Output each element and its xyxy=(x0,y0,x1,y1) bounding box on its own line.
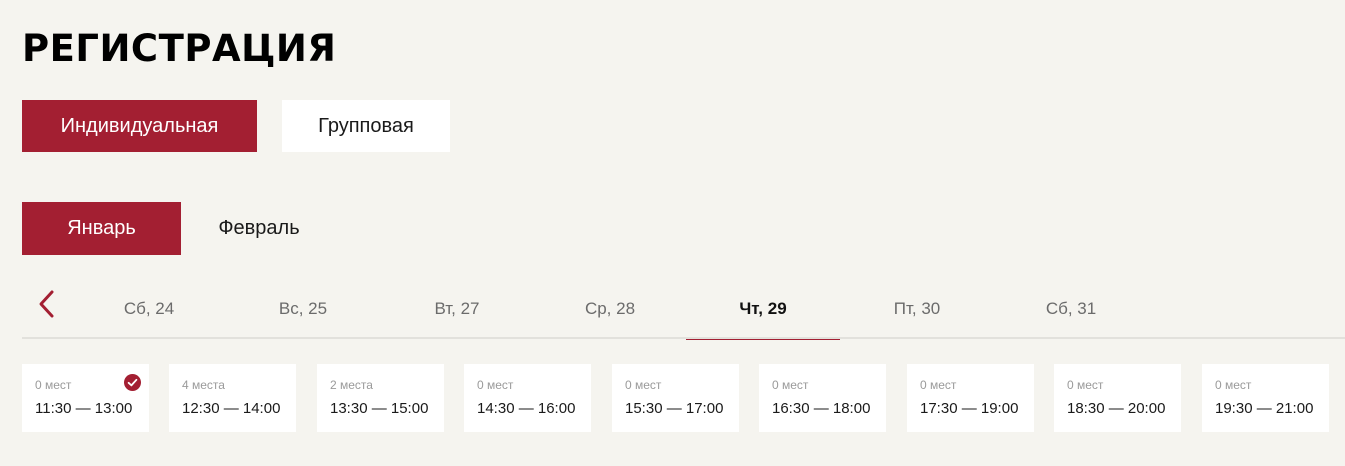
slot-time: 13:30 — 15:00 xyxy=(330,400,429,417)
slot-places: 0 мест xyxy=(1067,378,1104,392)
slot-time: 18:30 — 20:00 xyxy=(1067,400,1166,417)
registration-type-group-button[interactable]: Групповая xyxy=(282,100,450,152)
page-title: РЕГИСТРАЦИЯ xyxy=(22,27,337,70)
slot-time: 11:30 — 13:00 xyxy=(35,400,133,417)
slot-places: 0 мест xyxy=(1215,378,1252,392)
check-circle-icon xyxy=(124,374,141,391)
slot-time: 19:30 — 21:00 xyxy=(1215,400,1314,417)
time-slot-card[interactable]: 0 мест 11:30 — 13:00 xyxy=(22,364,149,432)
month-january-button[interactable]: Январь xyxy=(22,202,181,255)
time-slot-card[interactable]: 0 мест 18:30 — 20:00 xyxy=(1054,364,1181,432)
slot-places: 0 мест xyxy=(625,378,662,392)
time-slot-card[interactable]: 2 места 13:30 — 15:00 xyxy=(317,364,444,432)
day-tab[interactable]: Вт, 27 xyxy=(380,280,534,338)
day-tab[interactable]: Сб, 31 xyxy=(994,280,1148,338)
day-tab[interactable]: Пт, 30 xyxy=(840,280,994,338)
time-slot-card[interactable]: 4 места 12:30 — 14:00 xyxy=(169,364,296,432)
chevron-left-icon[interactable] xyxy=(36,289,60,319)
slot-places: 2 места xyxy=(330,378,373,392)
slot-places: 0 мест xyxy=(772,378,809,392)
slot-places: 0 мест xyxy=(477,378,514,392)
time-slot-card[interactable]: 0 мест 16:30 — 18:00 xyxy=(759,364,886,432)
slot-time: 16:30 — 18:00 xyxy=(772,400,871,417)
day-tab-selected[interactable]: Чт, 29 xyxy=(686,280,840,340)
day-tab[interactable]: Ср, 28 xyxy=(533,280,687,338)
time-slot-card[interactable]: 0 мест 17:30 — 19:00 xyxy=(907,364,1034,432)
registration-type-individual-button[interactable]: Индивидуальная xyxy=(22,100,257,152)
day-tab[interactable]: Сб, 24 xyxy=(72,280,226,338)
day-tabs: Сб, 24 Вс, 25 Вт, 27 Ср, 28 Чт, 29 Пт, 3… xyxy=(0,280,1345,340)
slot-time: 17:30 — 19:00 xyxy=(920,400,1019,417)
time-slot-card[interactable]: 0 мест 15:30 — 17:00 xyxy=(612,364,739,432)
time-slot-card[interactable]: 0 мест 14:30 — 16:00 xyxy=(464,364,591,432)
slot-time: 15:30 — 17:00 xyxy=(625,400,724,417)
slot-time: 12:30 — 14:00 xyxy=(182,400,281,417)
slot-places: 0 мест xyxy=(920,378,957,392)
month-february-button[interactable]: Февраль xyxy=(181,202,337,255)
day-tabs-divider xyxy=(22,337,1345,339)
time-slot-card[interactable]: 0 мест 19:30 — 21:00 xyxy=(1202,364,1329,432)
slot-time: 14:30 — 16:00 xyxy=(477,400,576,417)
day-tab[interactable]: Вс, 25 xyxy=(226,280,380,338)
slot-places: 4 места xyxy=(182,378,225,392)
slot-places: 0 мест xyxy=(35,378,72,392)
